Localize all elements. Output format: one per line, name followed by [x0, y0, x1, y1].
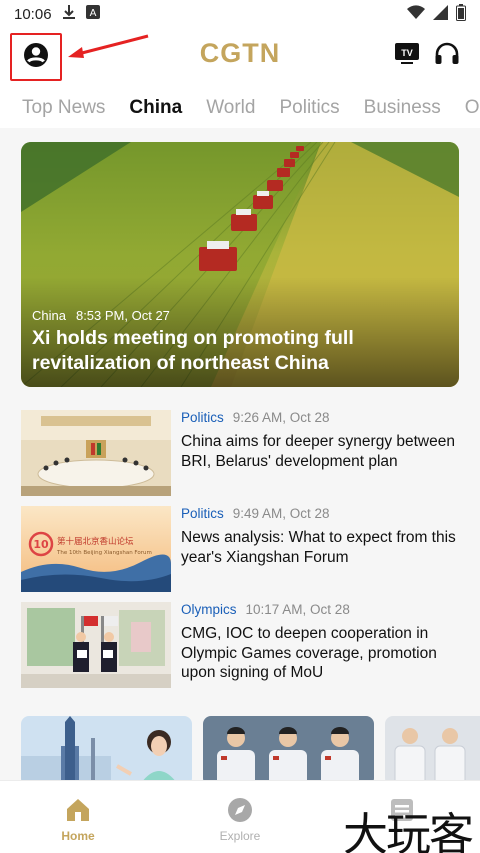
list-item[interactable]: Politics 9:26 AM, Oct 28 China aims for …	[21, 410, 461, 498]
tab-business[interactable]: Business	[364, 88, 441, 128]
item-meta: Politics 9:49 AM, Oct 28	[181, 506, 330, 521]
tab-politics[interactable]: Politics	[279, 88, 339, 128]
hero-title: Xi holds meeting on promoting full revit…	[32, 327, 354, 374]
compass-icon	[227, 797, 253, 823]
featured-cards	[0, 716, 480, 780]
card-image-astronauts-waving	[385, 716, 480, 780]
item-time: 9:49 AM, Oct 28	[232, 506, 330, 521]
item-title: CMG, IOC to deepen cooperation in Olympi…	[181, 625, 437, 681]
hero-time: 8:53 PM, Oct 27	[75, 308, 170, 323]
download-icon	[62, 4, 76, 24]
hero-meta: China 8:53 PM, Oct 27	[32, 308, 170, 323]
thumbnail-text-en: The 10th Beijing Xiangshan Forum	[56, 550, 152, 556]
list-item[interactable]: 10 第十届北京香山论坛 The 10th Beijing Xiangshan …	[21, 506, 461, 594]
news-thumbnail-meeting-hall	[21, 410, 171, 496]
tv-button[interactable]: TV	[394, 42, 420, 71]
watermark-text: 大玩客	[342, 808, 474, 853]
item-time: 9:26 AM, Oct 28	[232, 410, 330, 425]
hero-category: China	[32, 308, 66, 323]
tab-top-news[interactable]: Top News	[22, 88, 105, 128]
featured-card[interactable]	[203, 716, 374, 780]
item-category[interactable]: Politics	[181, 506, 224, 521]
featured-card[interactable]	[385, 716, 480, 780]
item-title: China aims for deeper synergy between BR…	[181, 433, 455, 470]
category-tabs: Top News China World Politics Business O…	[0, 88, 480, 128]
item-title: News analysis: What to expect from this …	[181, 529, 456, 566]
home-icon	[65, 797, 91, 823]
signal-icon	[433, 4, 448, 24]
news-feed[interactable]: China 8:53 PM, Oct 27 Xi holds meeting o…	[0, 128, 480, 780]
nav-explore[interactable]: Explore	[190, 797, 290, 843]
tab-world[interactable]: World	[206, 88, 255, 128]
nav-home-label: Home	[61, 829, 95, 843]
svg-text:10: 10	[33, 538, 49, 551]
item-meta: Olympics 10:17 AM, Oct 28	[181, 602, 350, 617]
status-time: 10:06	[14, 5, 52, 23]
svg-text:TV: TV	[401, 48, 413, 58]
audio-button[interactable]	[434, 42, 460, 71]
app-header: CGTN TV	[0, 28, 480, 86]
news-thumbnail-xiangshan-forum: 10 第十届北京香山论坛 The 10th Beijing Xiangshan …	[21, 506, 171, 592]
item-meta: Politics 9:26 AM, Oct 28	[181, 410, 330, 425]
card-image-rocket-anchor	[21, 716, 192, 780]
svg-text:A: A	[89, 8, 96, 19]
nav-home[interactable]: Home	[28, 797, 128, 843]
wifi-icon	[407, 4, 425, 24]
tab-china[interactable]: China	[129, 88, 182, 128]
notification-app-icon: A	[85, 5, 100, 23]
tv-icon: TV	[394, 42, 420, 71]
news-thumbnail-mou-signing	[21, 602, 171, 688]
item-time: 10:17 AM, Oct 28	[245, 602, 350, 617]
item-category[interactable]: Politics	[181, 410, 224, 425]
tab-opinion[interactable]: Op	[465, 88, 480, 128]
battery-icon	[456, 3, 466, 25]
hero-story[interactable]: China 8:53 PM, Oct 27 Xi holds meeting o…	[21, 142, 459, 387]
thumbnail-text-cn: 第十届北京香山论坛	[57, 536, 134, 547]
featured-card[interactable]	[21, 716, 192, 780]
status-bar: 10:06 A	[0, 0, 480, 28]
headphones-icon	[434, 42, 460, 71]
item-category[interactable]: Olympics	[181, 602, 237, 617]
nav-explore-label: Explore	[219, 829, 261, 843]
list-item[interactable]: Olympics 10:17 AM, Oct 28 CMG, IOC to de…	[21, 602, 461, 690]
card-image-astronauts	[203, 716, 374, 780]
